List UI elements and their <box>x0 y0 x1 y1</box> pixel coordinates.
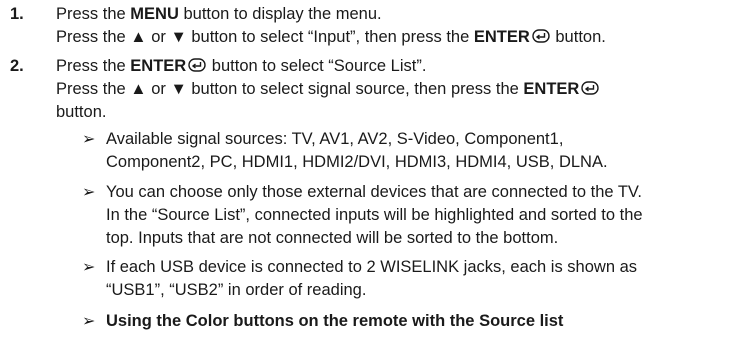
enter-keyword: ENTER <box>473 28 530 46</box>
step-number: 2. <box>10 57 24 75</box>
note-line: Available signal sources: TV, AV1, AV2, … <box>106 130 564 148</box>
instruction-line: Press the ▲ or ▼ button to select signal… <box>56 78 744 101</box>
note-text: Using the Color buttons on the remote wi… <box>106 310 744 333</box>
note-line: top. Inputs that are not connected will … <box>106 229 559 247</box>
note-text: If each USB device is connected to 2 WIS… <box>106 256 744 302</box>
text-segment: button. <box>56 103 107 121</box>
text-segment: button to select “Source List”. <box>207 57 427 75</box>
enter-return-icon <box>581 81 600 95</box>
enter-return-icon <box>532 29 550 43</box>
note-line: Component2, PC, HDMI1, HDMI2/DVI, HDMI3,… <box>106 153 608 171</box>
instruction-line: button. <box>56 101 744 124</box>
text-segment: Press the <box>56 57 131 75</box>
text-segment: button to display the menu. <box>178 5 382 23</box>
note-line: If each USB device is connected to 2 WIS… <box>106 258 638 276</box>
note-line: In the “Source List”, connected inputs w… <box>106 206 643 224</box>
note-line: “USB1”, “USB2” in order of reading. <box>106 281 367 299</box>
manual-page: 1. Press the MENU button to display the … <box>0 0 744 353</box>
menu-keyword: MENU <box>130 5 179 23</box>
step-number: 1. <box>10 5 24 23</box>
note-text: You can choose only those external devic… <box>106 181 744 250</box>
text-segment: Press the <box>56 5 131 23</box>
enter-return-icon <box>188 58 206 72</box>
note-line: You can choose only those external devic… <box>106 183 643 201</box>
enter-keyword: ENTER <box>523 80 580 98</box>
note-text: Available signal sources: TV, AV1, AV2, … <box>106 128 744 174</box>
instruction-line: Press the ▲ or ▼ button to select “Input… <box>56 26 744 49</box>
text-segment: Press the ▲ or ▼ button to select “Input… <box>56 28 474 46</box>
text-segment: button. <box>550 28 606 46</box>
step-body: Press the ENTER button to select “Source… <box>56 55 744 124</box>
instruction-line: Press the ENTER button to select “Source… <box>56 55 744 78</box>
step-body: Press the MENU button to display the men… <box>56 3 744 49</box>
enter-keyword: ENTER <box>130 57 187 75</box>
instruction-line: Press the MENU button to display the men… <box>56 3 744 26</box>
note-heading-line: Using the Color buttons on the remote wi… <box>106 312 564 330</box>
text-segment: Press the ▲ or ▼ button to select signal… <box>56 80 524 98</box>
